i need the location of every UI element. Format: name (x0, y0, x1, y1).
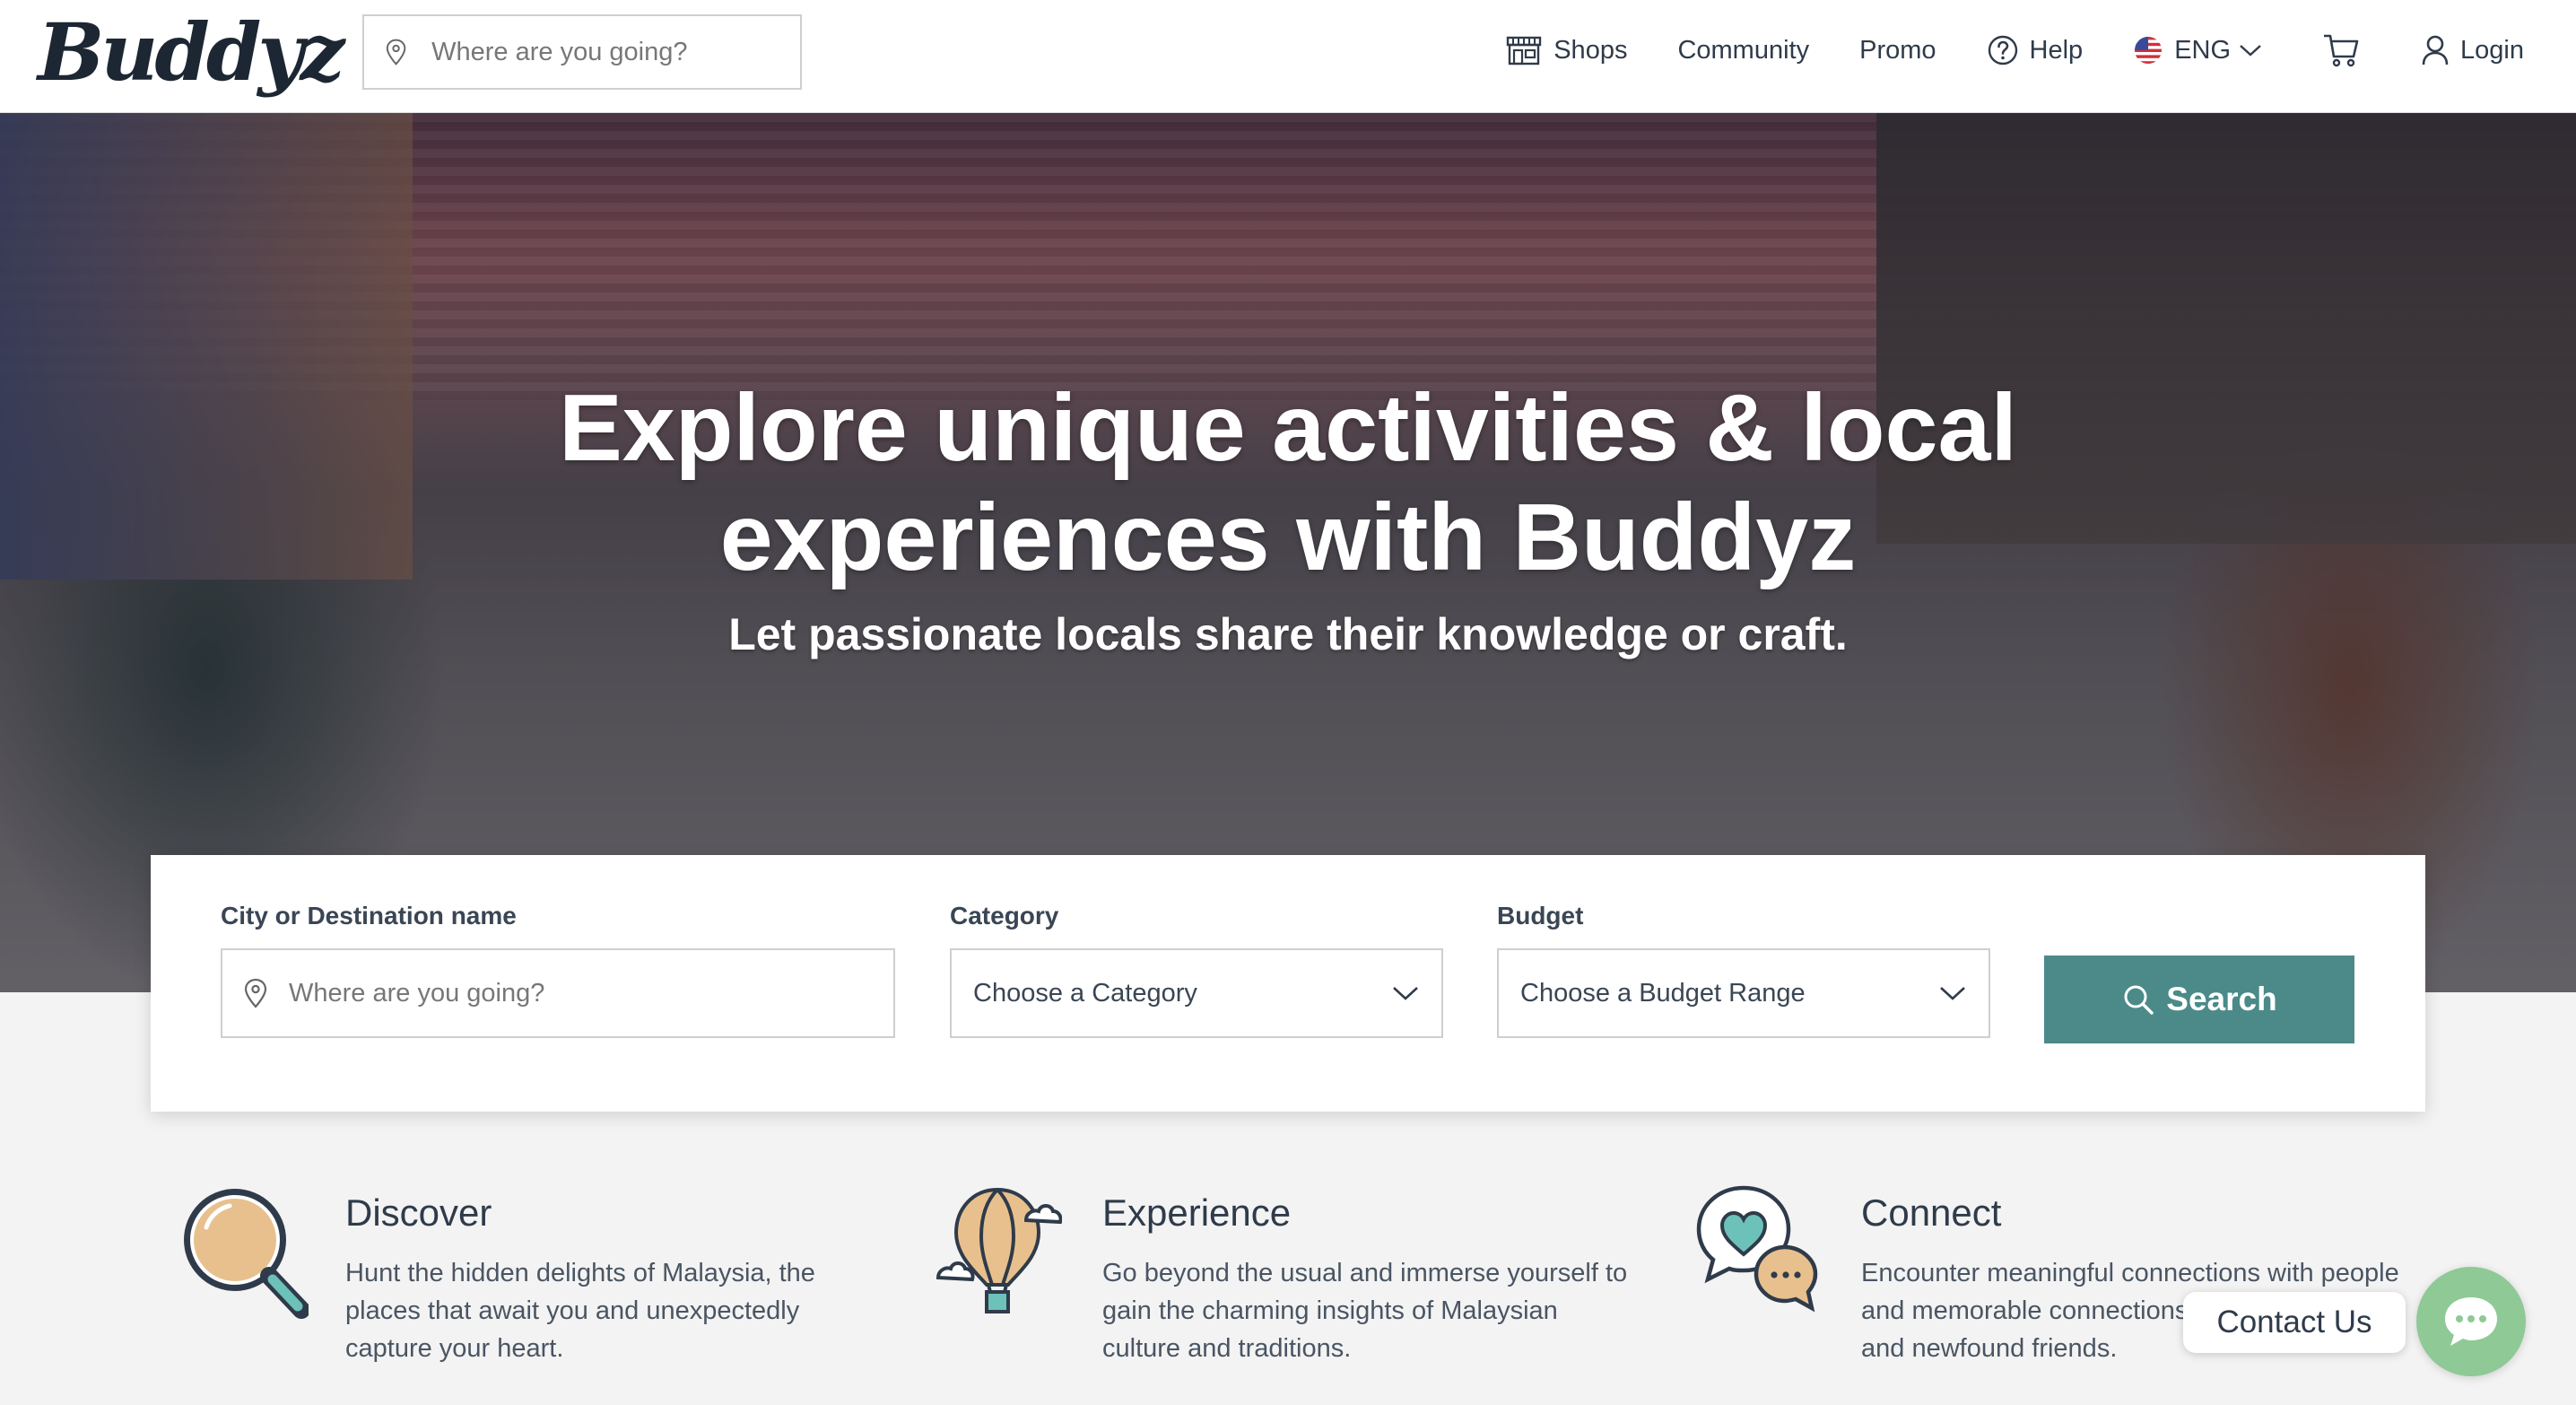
search-icon (2124, 985, 2154, 1015)
nav-help[interactable]: Help (1987, 34, 2084, 66)
category-value: Choose a Category (973, 978, 1197, 1008)
header-search-input[interactable] (431, 37, 800, 67)
shop-icon (1507, 36, 1542, 65)
chevron-down-icon (2240, 45, 2261, 57)
user-icon (2422, 35, 2449, 65)
budget-value: Choose a Budget Range (1520, 978, 1806, 1008)
search-button-label: Search (2166, 981, 2277, 1017)
nav-shops[interactable]: Shops (1505, 34, 1627, 66)
cart-icon (2324, 34, 2359, 67)
location-pin-icon (386, 39, 406, 65)
city-input[interactable] (289, 978, 893, 1008)
chevron-down-icon (1940, 987, 1965, 1000)
nav-promo-label: Promo (1859, 35, 1936, 65)
search-button[interactable]: Search (2044, 956, 2354, 1043)
hero-title: Explore unique activities & local experi… (0, 373, 2576, 592)
feature-description: Go beyond the usual and immerse yourself… (1102, 1259, 1628, 1363)
header-search-box[interactable] (362, 14, 802, 90)
nav-help-label: Help (2029, 35, 2084, 65)
feature-title: Discover (345, 1191, 492, 1234)
nav-login-label: Login (2460, 35, 2524, 65)
budget-select[interactable]: Choose a Budget Range (1497, 948, 1990, 1038)
top-header: Buddyz Shops Community Promo (0, 0, 2576, 113)
chat-bubble-icon (2445, 1297, 2497, 1346)
search-card: City or Destination name Category Choose… (151, 855, 2425, 1112)
language-label: ENG (2174, 35, 2232, 65)
feature-description: Hunt the hidden delights of Malaysia, th… (345, 1259, 815, 1363)
us-flag-icon (2135, 37, 2163, 64)
chat-heart-icon (1696, 1185, 1818, 1313)
nav-login[interactable]: Login (2421, 34, 2524, 66)
city-label: City or Destination name (221, 902, 517, 929)
contact-us-tooltip[interactable]: Contact Us (2183, 1292, 2406, 1353)
feature-title: Experience (1102, 1191, 1292, 1234)
nav-community-label: Community (1677, 35, 1810, 65)
language-selector[interactable]: ENG (2133, 35, 2263, 65)
contact-us-button[interactable] (2416, 1267, 2526, 1376)
magnifier-icon (184, 1189, 309, 1319)
help-icon (1988, 35, 2017, 65)
buddyz-logo[interactable]: Buddyz (38, 5, 345, 99)
main-nav: Shops Community Promo Help ENG Login (1455, 0, 2524, 100)
chevron-down-icon (1393, 987, 1418, 1000)
hero-subtitle: Let passionate locals share their knowle… (728, 609, 1848, 659)
hero-title-line2: experiences with Buddyz (719, 484, 1857, 590)
cart-button[interactable] (2322, 32, 2371, 68)
category-label: Category (950, 902, 1059, 929)
budget-label: Budget (1497, 902, 1584, 929)
hero-title-line1: Explore unique activities & local (559, 375, 2017, 481)
hot-air-balloon-icon (936, 1187, 1062, 1313)
nav-shops-label: Shops (1553, 35, 1628, 65)
category-select[interactable]: Choose a Category (950, 948, 1443, 1038)
nav-promo[interactable]: Promo (1859, 36, 1936, 65)
feature-title: Connect (1861, 1191, 2002, 1234)
city-field[interactable] (221, 948, 895, 1038)
nav-community[interactable]: Community (1677, 36, 1809, 65)
location-pin-icon (244, 978, 267, 1008)
